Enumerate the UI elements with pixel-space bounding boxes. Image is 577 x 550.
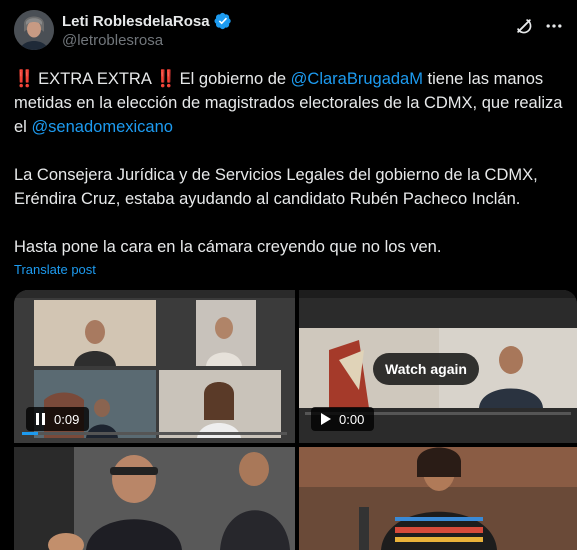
alarm-emoji-icon: ‼️ bbox=[155, 70, 177, 88]
more-icon[interactable] bbox=[544, 16, 564, 36]
session-photo bbox=[14, 447, 295, 550]
text-segment: El gobierno de bbox=[175, 70, 291, 88]
video-time: 0:09 bbox=[54, 411, 80, 427]
verified-badge-icon bbox=[214, 12, 231, 30]
post-paragraph-3: Hasta pone la cara en la cámara creyendo… bbox=[14, 238, 442, 256]
speaker-photo bbox=[299, 447, 577, 550]
grok-icon[interactable] bbox=[514, 16, 534, 36]
mention-link[interactable]: @ClaraBrugadaM bbox=[291, 70, 423, 88]
text-segment: EXTRA EXTRA bbox=[33, 70, 156, 88]
play-icon[interactable] bbox=[321, 413, 331, 425]
author-name-row: Leti RoblesdelaRosa bbox=[62, 12, 232, 30]
post-header: Leti RoblesdelaRosa @letroblesrosa bbox=[14, 10, 564, 56]
photo-thumbnail-3[interactable] bbox=[14, 447, 295, 550]
video-thumbnail-2[interactable]: Watch again 0:00 bbox=[299, 290, 577, 443]
watch-again-button[interactable]: Watch again bbox=[373, 353, 479, 385]
author-handle[interactable]: @letroblesrosa bbox=[62, 32, 163, 49]
translate-post-link[interactable]: Translate post bbox=[14, 262, 96, 277]
pause-icon[interactable] bbox=[36, 413, 46, 425]
video-time: 0:00 bbox=[339, 411, 365, 427]
media-grid: 0:09 Watch again 0:00 bbox=[14, 290, 577, 550]
video-controls: 0:00 bbox=[311, 407, 375, 431]
mention-link[interactable]: @senadomexicano bbox=[31, 118, 173, 136]
post-text: ‼️ EXTRA EXTRA ‼️ El gobierno de @ClaraB… bbox=[14, 67, 566, 283]
author-name[interactable]: Leti RoblesdelaRosa bbox=[62, 13, 210, 30]
avatar[interactable] bbox=[14, 10, 54, 50]
photo-thumbnail-4[interactable] bbox=[299, 447, 577, 550]
post-paragraph-2: La Consejera Jurídica y de Servicios Leg… bbox=[14, 166, 538, 208]
alarm-emoji-icon: ‼️ bbox=[14, 70, 35, 88]
video-controls: 0:09 bbox=[26, 407, 90, 431]
video-thumbnail-1[interactable]: 0:09 bbox=[14, 290, 295, 443]
post-paragraph-1: ‼️ EXTRA EXTRA ‼️ El gobierno de @ClaraB… bbox=[14, 67, 566, 139]
